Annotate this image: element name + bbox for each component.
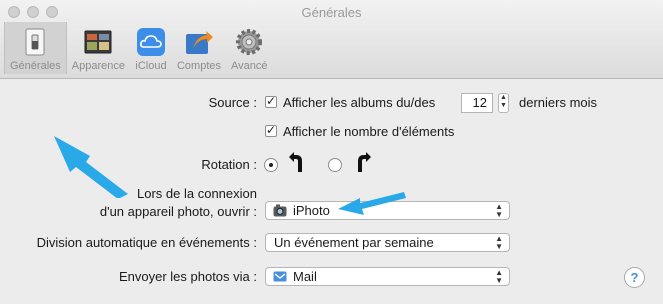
chevron-updown-icon: ▲ ▼ <box>495 234 503 251</box>
send-photos-value: Mail <box>293 269 317 284</box>
show-albums-label: Afficher les albums du/des <box>283 95 436 110</box>
source-label: Source : <box>208 95 257 110</box>
tab-apparence[interactable]: Apparence <box>67 22 130 74</box>
help-button[interactable]: ? <box>624 267 645 288</box>
chevron-updown-icon: ▲ ▼ <box>495 202 503 219</box>
switch-icon <box>25 28 45 56</box>
icloud-icon <box>136 28 165 56</box>
rotation-label: Rotation : <box>201 157 257 172</box>
tab-label: Comptes <box>176 60 222 72</box>
show-albums-checkbox[interactable] <box>265 94 277 108</box>
rotate-clockwise-radio[interactable] <box>328 158 342 172</box>
connection-label-line1: Lors de la connexion <box>137 186 257 201</box>
tab-generales[interactable]: Générales <box>4 22 67 74</box>
tab-icloud[interactable]: iCloud <box>130 22 172 74</box>
mail-icon <box>273 271 287 282</box>
send-photos-label: Envoyer les photos via : <box>118 269 257 284</box>
annotation-arrow-left <box>54 136 128 198</box>
tab-avance[interactable]: Avancé <box>226 22 273 74</box>
appearance-icon <box>84 30 112 54</box>
months-stepper[interactable]: ▲ ▼ <box>498 93 509 113</box>
tab-comptes[interactable]: Comptes <box>172 22 226 74</box>
auto-split-label: Division automatique en événements : <box>36 235 257 250</box>
show-count-checkbox[interactable] <box>265 123 277 137</box>
annotation-arrow-right <box>338 192 406 215</box>
tab-label: Apparence <box>71 60 125 72</box>
gear-icon <box>236 29 263 55</box>
auto-split-select[interactable]: Un événement par semaine ▲ ▼ <box>265 233 510 252</box>
connection-label-line2: d'un appareil photo, ouvrir : <box>99 204 257 219</box>
rotate-right-icon <box>358 152 371 172</box>
send-photos-select[interactable]: Mail ▲ ▼ <box>265 267 510 286</box>
months-field[interactable]: 12 <box>461 93 493 113</box>
tab-bar: Générales Apparence iCloud Comptes Avanc… <box>4 22 273 74</box>
auto-split-value: Un événement par semaine <box>274 235 434 250</box>
preferences-window: Générales Générales Apparence iCloud Com… <box>0 0 663 304</box>
iphoto-icon <box>273 204 287 217</box>
show-count-label: Afficher le nombre d'éléments <box>283 124 455 139</box>
toolbar: Générales Générales Apparence iCloud Com… <box>0 0 663 79</box>
tab-label: iCloud <box>135 60 167 72</box>
tab-label: Avancé <box>231 60 268 72</box>
tab-label: Générales <box>10 60 61 72</box>
rotate-counterclockwise-radio[interactable] <box>264 158 278 172</box>
window-title: Générales <box>301 5 362 20</box>
connection-app-value: iPhoto <box>293 203 330 218</box>
accounts-icon <box>186 31 213 54</box>
chevron-updown-icon: ▲ ▼ <box>495 268 503 285</box>
rotate-left-icon <box>289 152 302 172</box>
months-suffix-label: derniers mois <box>519 95 598 110</box>
